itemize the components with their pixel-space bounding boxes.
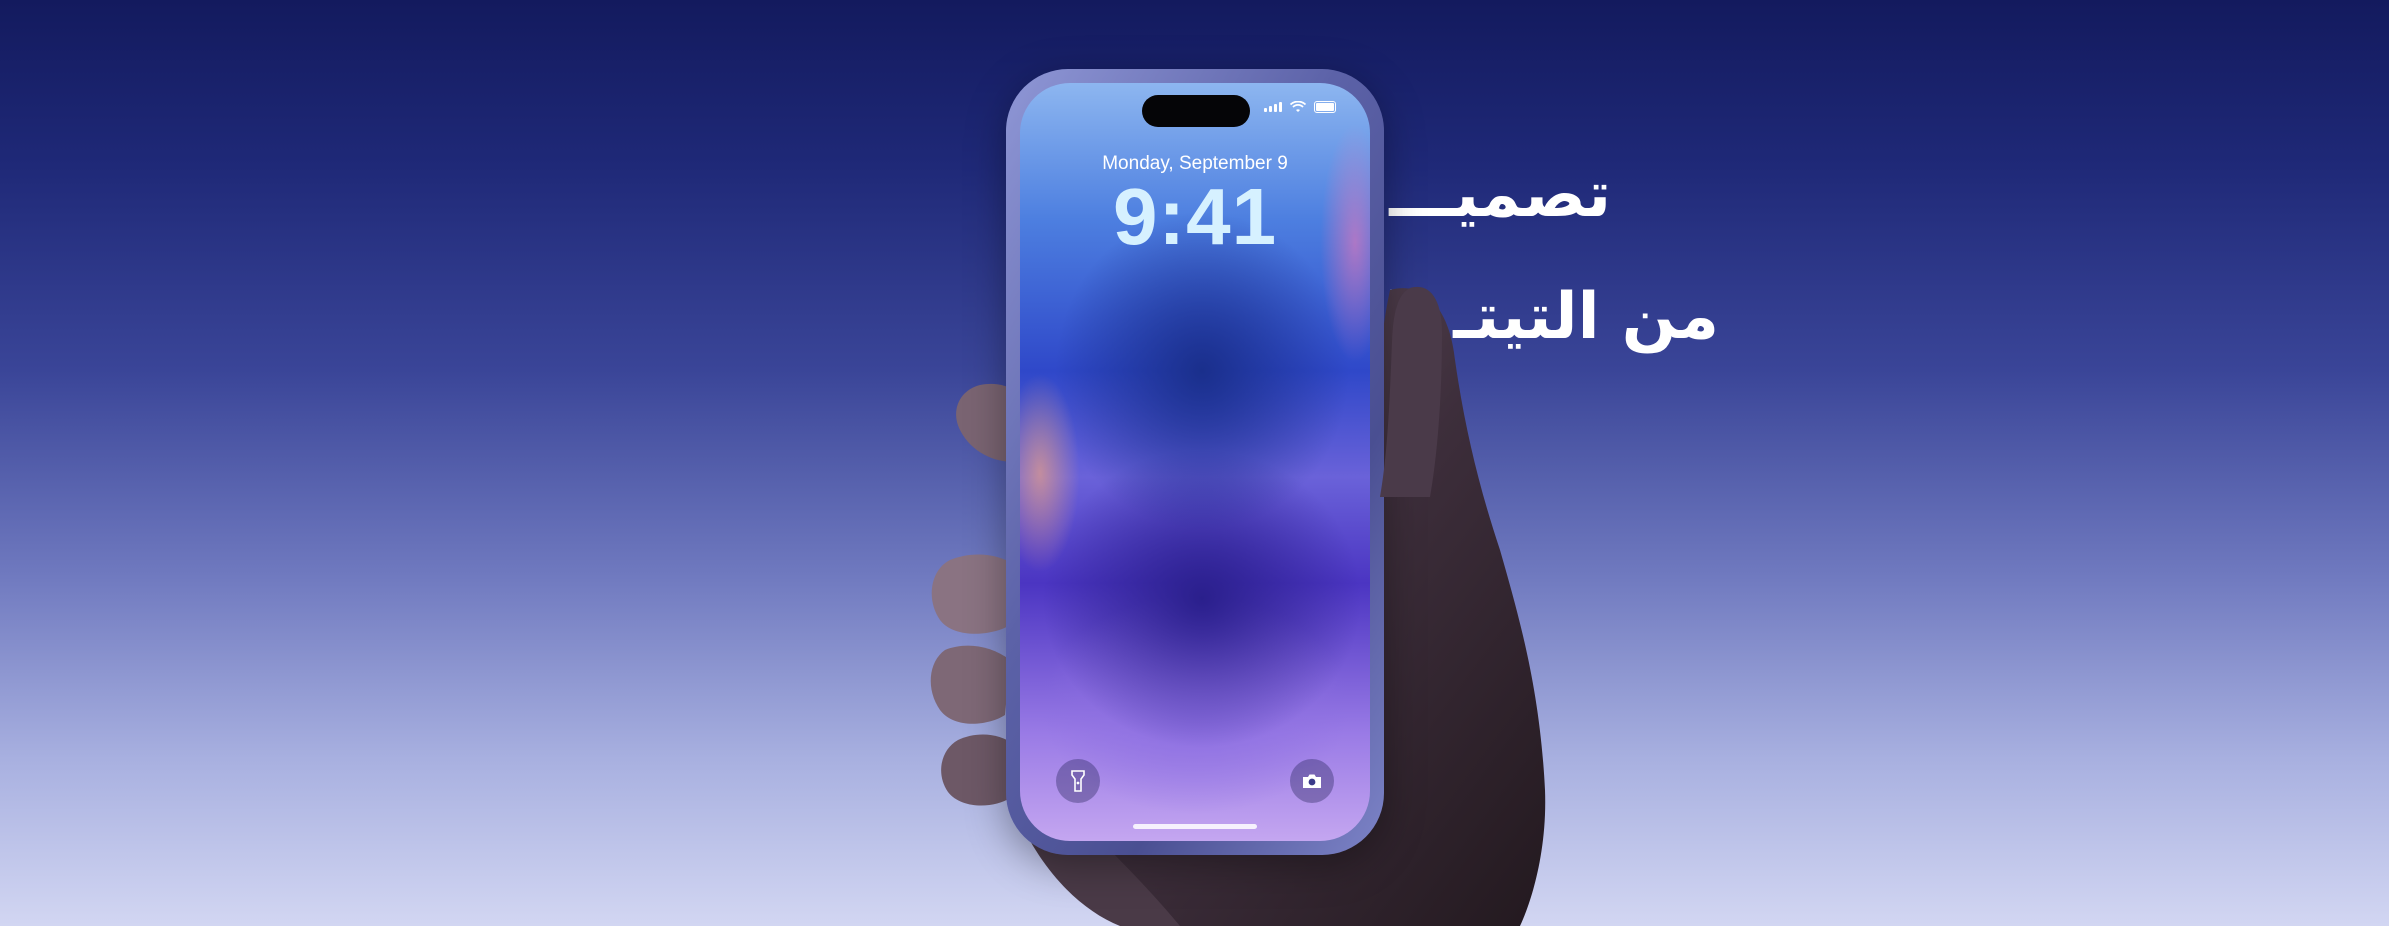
iphone-device: Monday, September 9 9:41 bbox=[1006, 69, 1384, 855]
camera-icon bbox=[1303, 774, 1321, 788]
status-bar bbox=[1264, 101, 1336, 113]
flashlight-icon bbox=[1071, 770, 1085, 792]
wifi-icon bbox=[1290, 101, 1306, 112]
signal-icon bbox=[1264, 102, 1282, 112]
dynamic-island bbox=[1142, 95, 1250, 127]
battery-icon bbox=[1314, 101, 1336, 113]
home-indicator bbox=[1133, 824, 1257, 829]
flashlight-button[interactable] bbox=[1056, 759, 1100, 803]
camera-button[interactable] bbox=[1290, 759, 1334, 803]
lockscreen-time: 9:41 bbox=[1112, 172, 1278, 261]
hero-scene: تصميـــ ـم متين من التيتـ ـانيوم bbox=[0, 0, 2389, 926]
lock-screen: Monday, September 9 9:41 bbox=[1020, 83, 1370, 841]
thumb bbox=[1380, 286, 1442, 497]
